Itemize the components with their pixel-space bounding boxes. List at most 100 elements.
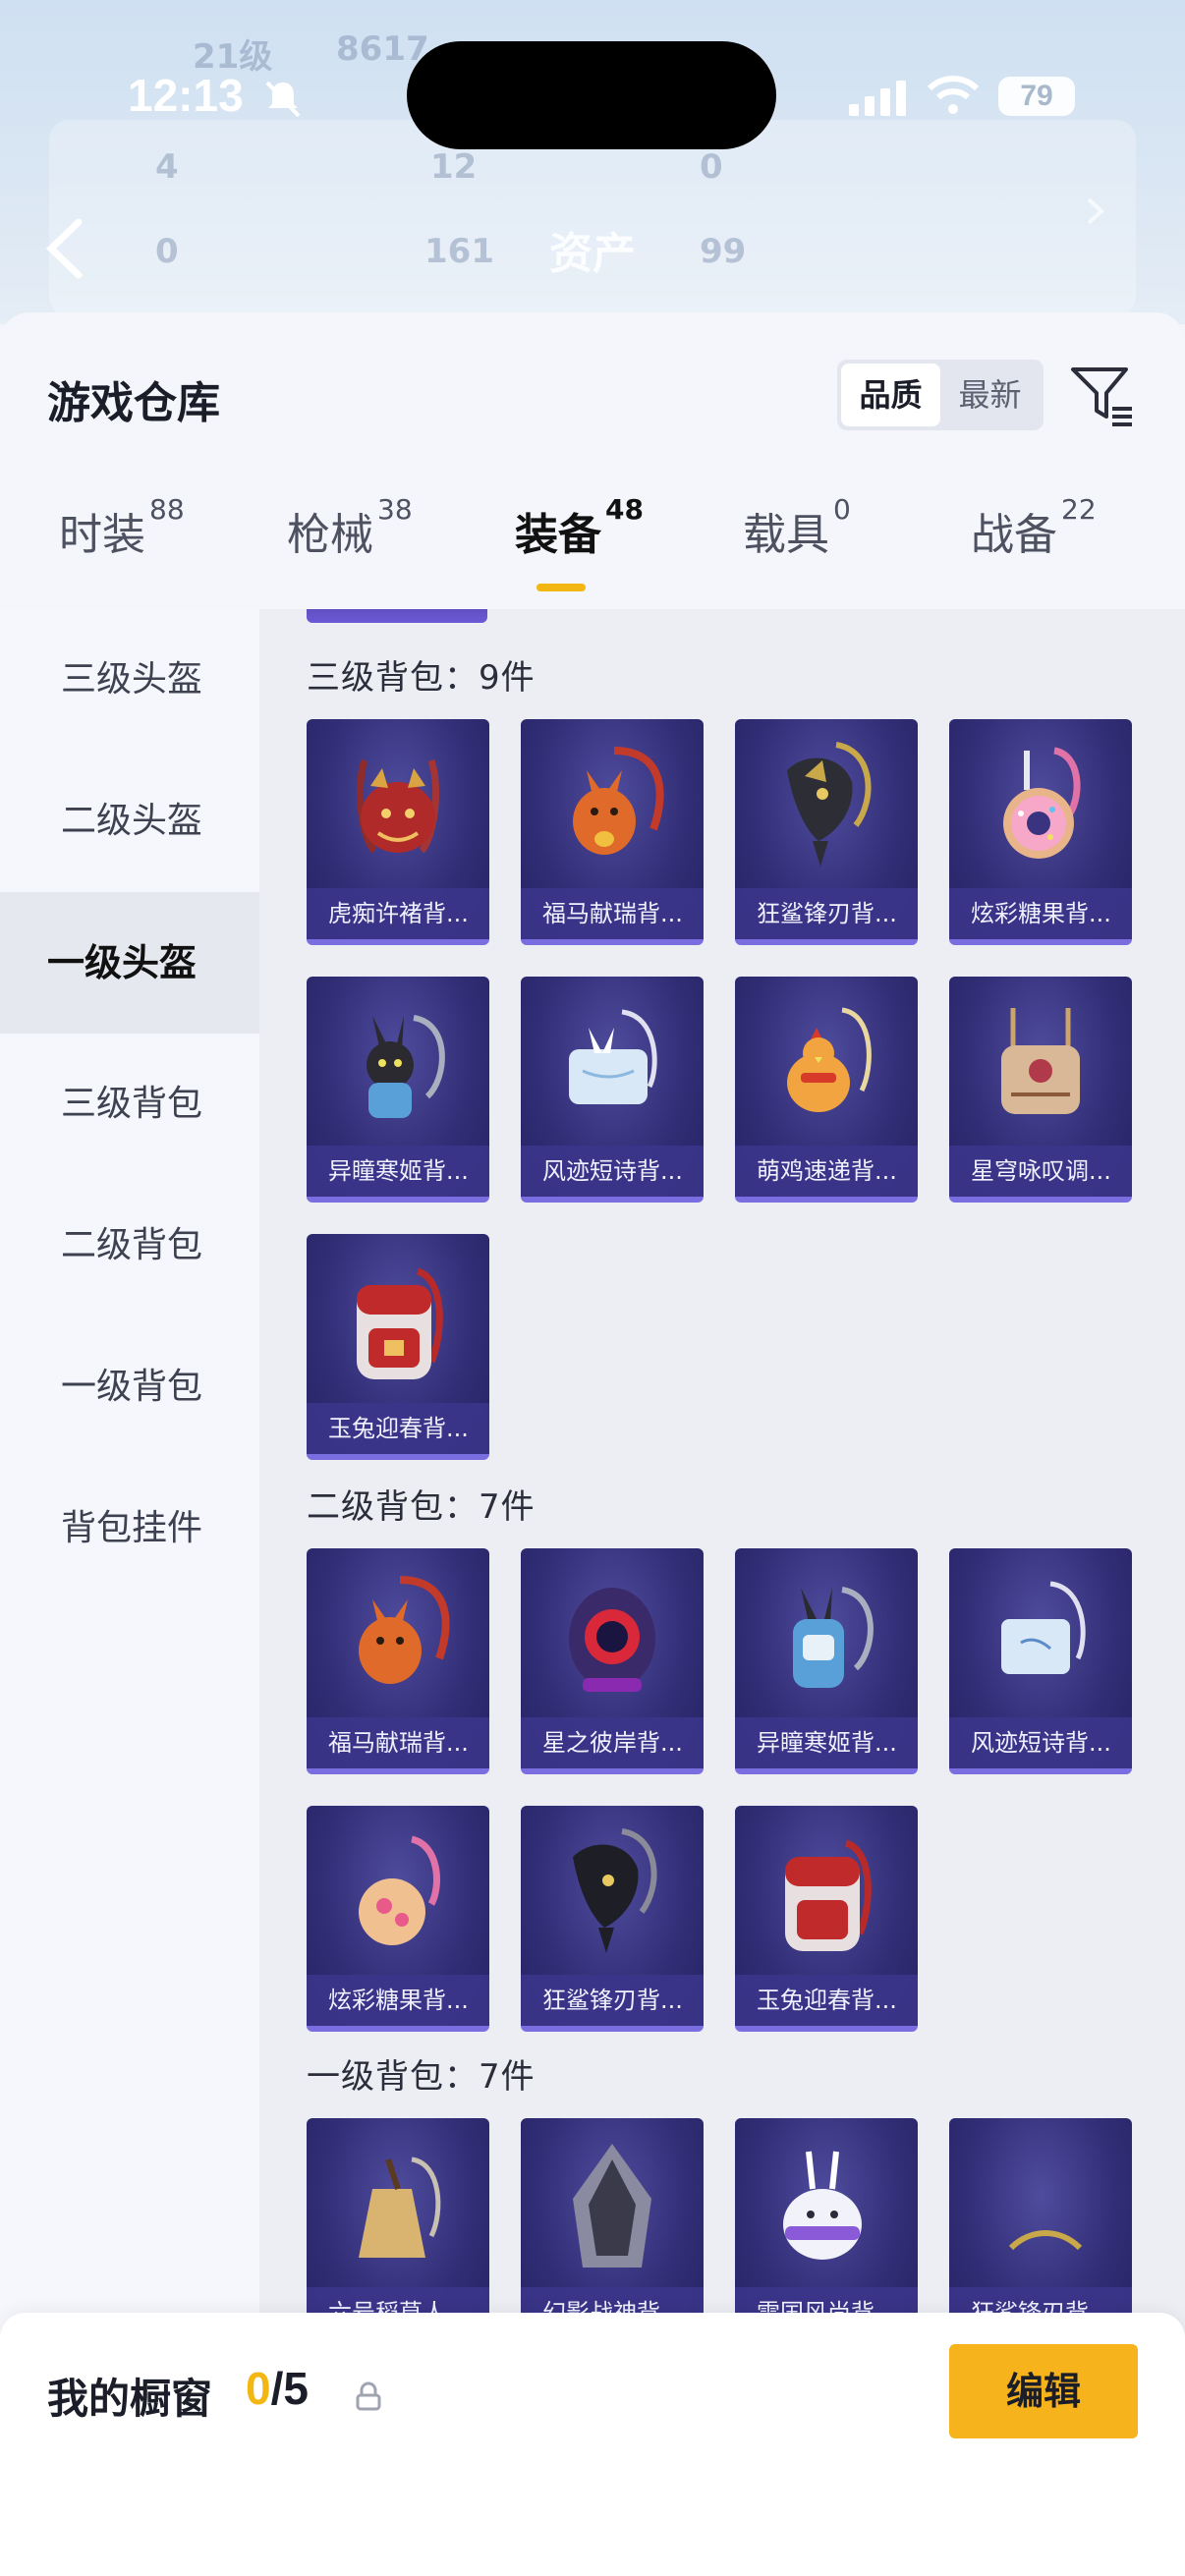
bell-muted-icon xyxy=(265,81,301,118)
item-card[interactable]: 雪国风尚背... xyxy=(735,2118,918,2344)
item-name: 狂鲨锋刃背... xyxy=(521,1975,704,2026)
item-card[interactable]: 星之彼岸背... xyxy=(521,1548,704,1774)
item-card[interactable]: 六号稻草人... xyxy=(307,2118,489,2344)
tab-guns[interactable]: 枪械38 xyxy=(287,493,413,562)
warehouse-sheet: 游戏仓库 品质 最新 时装88 枪械38 装备48 载具0 战备22 三级头盔 … xyxy=(0,312,1185,2576)
lock-icon xyxy=(356,2381,381,2411)
battery-indicator: 79 xyxy=(998,77,1075,116)
sidebar-item-backpack-3[interactable]: 三级背包 xyxy=(0,1034,259,1175)
showcase-label: 我的橱窗 xyxy=(47,2375,213,2423)
tab-count: 48 xyxy=(605,493,644,526)
item-name: 炫彩糖果背... xyxy=(307,1975,489,2026)
tab-label: 战备 xyxy=(971,510,1057,560)
tab-count: 88 xyxy=(149,493,185,526)
section-title: 一级背包：7件 xyxy=(307,2057,536,2097)
tab-count: 22 xyxy=(1061,493,1097,526)
item-card[interactable]: 玉兔迎春背... xyxy=(307,1234,489,1460)
tab-supplies[interactable]: 战备22 xyxy=(971,493,1097,562)
status-time: 12:13 xyxy=(128,70,244,121)
showcase-total: /5 xyxy=(270,2363,309,2414)
item-card[interactable]: 炫彩糖果背... xyxy=(307,1806,489,2032)
showcase-bar: 我的橱窗 0/5 编辑 xyxy=(0,2313,1185,2576)
item-name: 玉兔迎春背... xyxy=(735,1975,918,2026)
item-name: 风迹短诗背... xyxy=(521,1146,704,1197)
item-card-partial[interactable] xyxy=(307,609,487,623)
sidebar-item-helmet-3[interactable]: 三级头盔 xyxy=(0,609,259,751)
item-name: 虎痴许褚背... xyxy=(307,888,489,939)
item-card[interactable]: 狂鲨锋刃背... xyxy=(735,719,918,945)
shark-backpack-icon xyxy=(573,1828,657,1953)
item-card[interactable]: 虎痴许褚背... xyxy=(307,719,489,945)
item-card[interactable]: 幻影战神背... xyxy=(521,2118,704,2344)
section-title: 二级背包：7件 xyxy=(307,1487,536,1527)
camera-notch xyxy=(407,41,776,149)
signal-icon xyxy=(849,81,906,116)
sidebar-item-helmet-1[interactable]: 一级头盔 xyxy=(0,892,259,1034)
sort-quality-button[interactable]: 品质 xyxy=(841,364,940,426)
tab-count: 38 xyxy=(377,493,413,526)
item-card[interactable]: 萌鸡速递背... xyxy=(735,977,918,1203)
tab-equipment[interactable]: 装备48 xyxy=(515,493,644,562)
scarecrow-backpack-icon xyxy=(359,2156,441,2258)
filter-icon[interactable] xyxy=(1069,362,1136,428)
item-card[interactable]: 福马献瑞背... xyxy=(521,719,704,945)
chick-backpack-icon xyxy=(787,1007,872,1112)
ghost-stat: 12 xyxy=(430,147,478,187)
subcategory-sidebar: 三级头盔 二级头盔 一级头盔 三级背包 二级背包 一级背包 背包挂件 xyxy=(0,609,259,2576)
item-name: 福马献瑞背... xyxy=(307,1717,489,1768)
item-name: 星穹咏叹调... xyxy=(949,1146,1132,1197)
tab-label: 时装 xyxy=(59,510,145,560)
wifi-icon xyxy=(927,76,980,114)
tab-vehicles[interactable]: 载具0 xyxy=(743,493,851,562)
item-card[interactable]: 星穹咏叹调... xyxy=(949,977,1132,1203)
ghost-stat: 0 xyxy=(700,147,723,187)
astronaut-backpack-icon xyxy=(569,1588,655,1692)
rabbit-backpack-icon xyxy=(793,1587,874,1688)
item-card[interactable]: 风迹短诗背... xyxy=(521,977,704,1203)
horse-backpack-icon xyxy=(359,1576,450,1684)
rabbit-backpack-icon xyxy=(367,1015,445,1118)
item-name: 异瞳寒姬背... xyxy=(735,1717,918,1768)
item-card[interactable]: 异瞳寒姬背... xyxy=(307,977,489,1203)
item-card[interactable]: 风迹短诗背... xyxy=(949,1548,1132,1774)
tab-count: 0 xyxy=(833,493,851,526)
category-tabs: 时装88 枪械38 装备48 载具0 战备22 xyxy=(0,493,1185,597)
item-card[interactable]: 狂鲨锋刃背... xyxy=(521,1806,704,2032)
jade-rabbit-backpack-icon xyxy=(785,1839,872,1951)
item-name: 风迹短诗背... xyxy=(949,1717,1132,1768)
item-name: 萌鸡速递背... xyxy=(735,1146,918,1197)
item-grid: 三级背包：9件 虎痴许褚背... 福马献瑞背... 狂鲨锋刃背... 炫彩糖果背… xyxy=(259,609,1185,2576)
phantom-backpack-icon xyxy=(573,2144,651,2268)
item-card[interactable]: 福马献瑞背... xyxy=(307,1548,489,1774)
sidebar-item-backpack-2[interactable]: 二级背包 xyxy=(0,1175,259,1316)
showcase-current: 0 xyxy=(246,2363,271,2414)
sort-toggle: 品质 最新 xyxy=(837,360,1044,430)
tab-label: 装备 xyxy=(515,510,601,560)
sort-latest-button[interactable]: 最新 xyxy=(940,364,1040,426)
showcase-count: 0/5 xyxy=(246,2362,309,2415)
item-name: 异瞳寒姬背... xyxy=(307,1146,489,1197)
poem-backpack-icon xyxy=(569,1009,657,1104)
sidebar-item-backpack-1[interactable]: 一级背包 xyxy=(0,1316,259,1458)
donut-backpack-icon xyxy=(1003,747,1081,859)
edit-button[interactable]: 编辑 xyxy=(949,2344,1138,2438)
item-card[interactable]: 炫彩糖果背... xyxy=(949,719,1132,945)
section-title: 三级背包：9件 xyxy=(307,658,536,698)
sidebar-item-helmet-2[interactable]: 二级头盔 xyxy=(0,751,259,892)
item-card[interactable]: 狂鲨锋刃背... xyxy=(949,2118,1132,2344)
item-card[interactable]: 异瞳寒姬背... xyxy=(735,1548,918,1774)
shark-backpack-icon xyxy=(787,742,872,867)
candy-backpack-icon xyxy=(359,1835,440,1945)
item-card[interactable]: 玉兔迎春背... xyxy=(735,1806,918,2032)
ghost-score: 8617 xyxy=(336,29,429,69)
tab-label: 载具 xyxy=(743,510,829,560)
tab-fashion[interactable]: 时装88 xyxy=(59,493,185,562)
item-name: 星之彼岸背... xyxy=(521,1717,704,1768)
item-name: 炫彩糖果背... xyxy=(949,888,1132,939)
starry-backpack-icon xyxy=(1001,1008,1080,1114)
active-tab-indicator xyxy=(536,584,586,591)
ghost-stat: 4 xyxy=(155,147,179,187)
tab-label: 枪械 xyxy=(287,510,373,560)
item-name: 玉兔迎春背... xyxy=(307,1403,489,1454)
sidebar-item-backpack-charm[interactable]: 背包挂件 xyxy=(0,1458,259,1599)
